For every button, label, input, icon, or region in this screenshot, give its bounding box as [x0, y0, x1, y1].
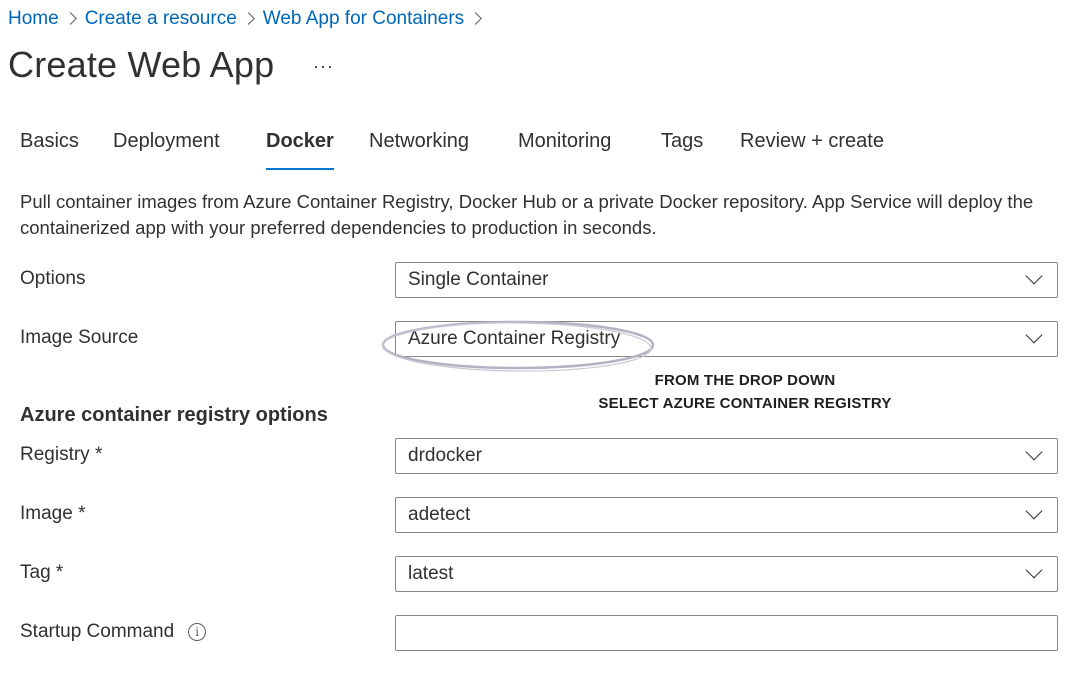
create-web-app-page: Home Create a resource Web App for Conta… — [0, 0, 1081, 678]
section-heading: Azure container registry options — [20, 404, 328, 426]
tag-label: Tag * — [20, 562, 64, 583]
tab-networking[interactable]: Networking — [369, 130, 469, 170]
startup-command-input[interactable] — [395, 615, 1058, 651]
chevron-down-icon — [1025, 561, 1043, 579]
breadcrumb-create-resource[interactable]: Create a resource — [85, 8, 237, 30]
startup-command-label: Startup Command — [20, 621, 175, 642]
image-dropdown[interactable]: adetect — [395, 497, 1058, 533]
tab-deployment[interactable]: Deployment — [113, 130, 220, 170]
chevron-right-icon — [464, 9, 490, 29]
image-label: Image * — [20, 503, 86, 524]
chevron-right-icon — [237, 9, 263, 29]
description-text: Pull container images from Azure Contain… — [20, 191, 1034, 238]
image-source-label: Image Source — [20, 327, 139, 348]
registry-dropdown[interactable]: drdocker — [395, 438, 1058, 474]
registry-label: Registry * — [20, 444, 103, 465]
more-options-icon[interactable]: ··· — [313, 56, 334, 77]
info-icon[interactable]: i — [188, 623, 207, 641]
annotation-line-2: SELECT AZURE CONTAINER REGISTRY — [598, 395, 892, 412]
registry-value: drdocker — [408, 445, 482, 466]
image-value: adetect — [408, 504, 471, 525]
image-source-value: Azure Container Registry — [408, 328, 621, 349]
chevron-down-icon — [1025, 443, 1043, 461]
tab-docker[interactable]: Docker — [266, 130, 334, 170]
tab-review-create[interactable]: Review + create — [740, 130, 884, 170]
breadcrumb-home[interactable]: Home — [8, 8, 59, 30]
options-dropdown[interactable]: Single Container — [395, 262, 1058, 298]
annotation-callout: FROM THE DROP DOWN SELECT AZURE CONTAINE… — [560, 369, 930, 415]
chevron-down-icon — [1025, 502, 1043, 520]
chevron-down-icon — [1025, 267, 1043, 285]
options-value: Single Container — [408, 269, 549, 290]
image-source-dropdown[interactable]: Azure Container Registry — [395, 321, 1058, 357]
annotation-line-1: FROM THE DROP DOWN — [654, 372, 836, 389]
options-label: Options — [20, 268, 86, 289]
tag-dropdown[interactable]: latest — [395, 556, 1058, 592]
breadcrumb-web-app-containers[interactable]: Web App for Containers — [263, 8, 464, 30]
page-title: Create Web App — [8, 44, 275, 85]
chevron-right-icon — [59, 9, 85, 29]
startup-command-label-row: Startup Command i — [20, 621, 207, 643]
chevron-down-icon — [1025, 326, 1043, 344]
tab-tags[interactable]: Tags — [661, 130, 703, 170]
tab-monitoring[interactable]: Monitoring — [518, 130, 611, 170]
tab-basics[interactable]: Basics — [20, 130, 79, 170]
tag-value: latest — [408, 563, 454, 584]
breadcrumb: Home Create a resource Web App for Conta… — [8, 6, 490, 32]
